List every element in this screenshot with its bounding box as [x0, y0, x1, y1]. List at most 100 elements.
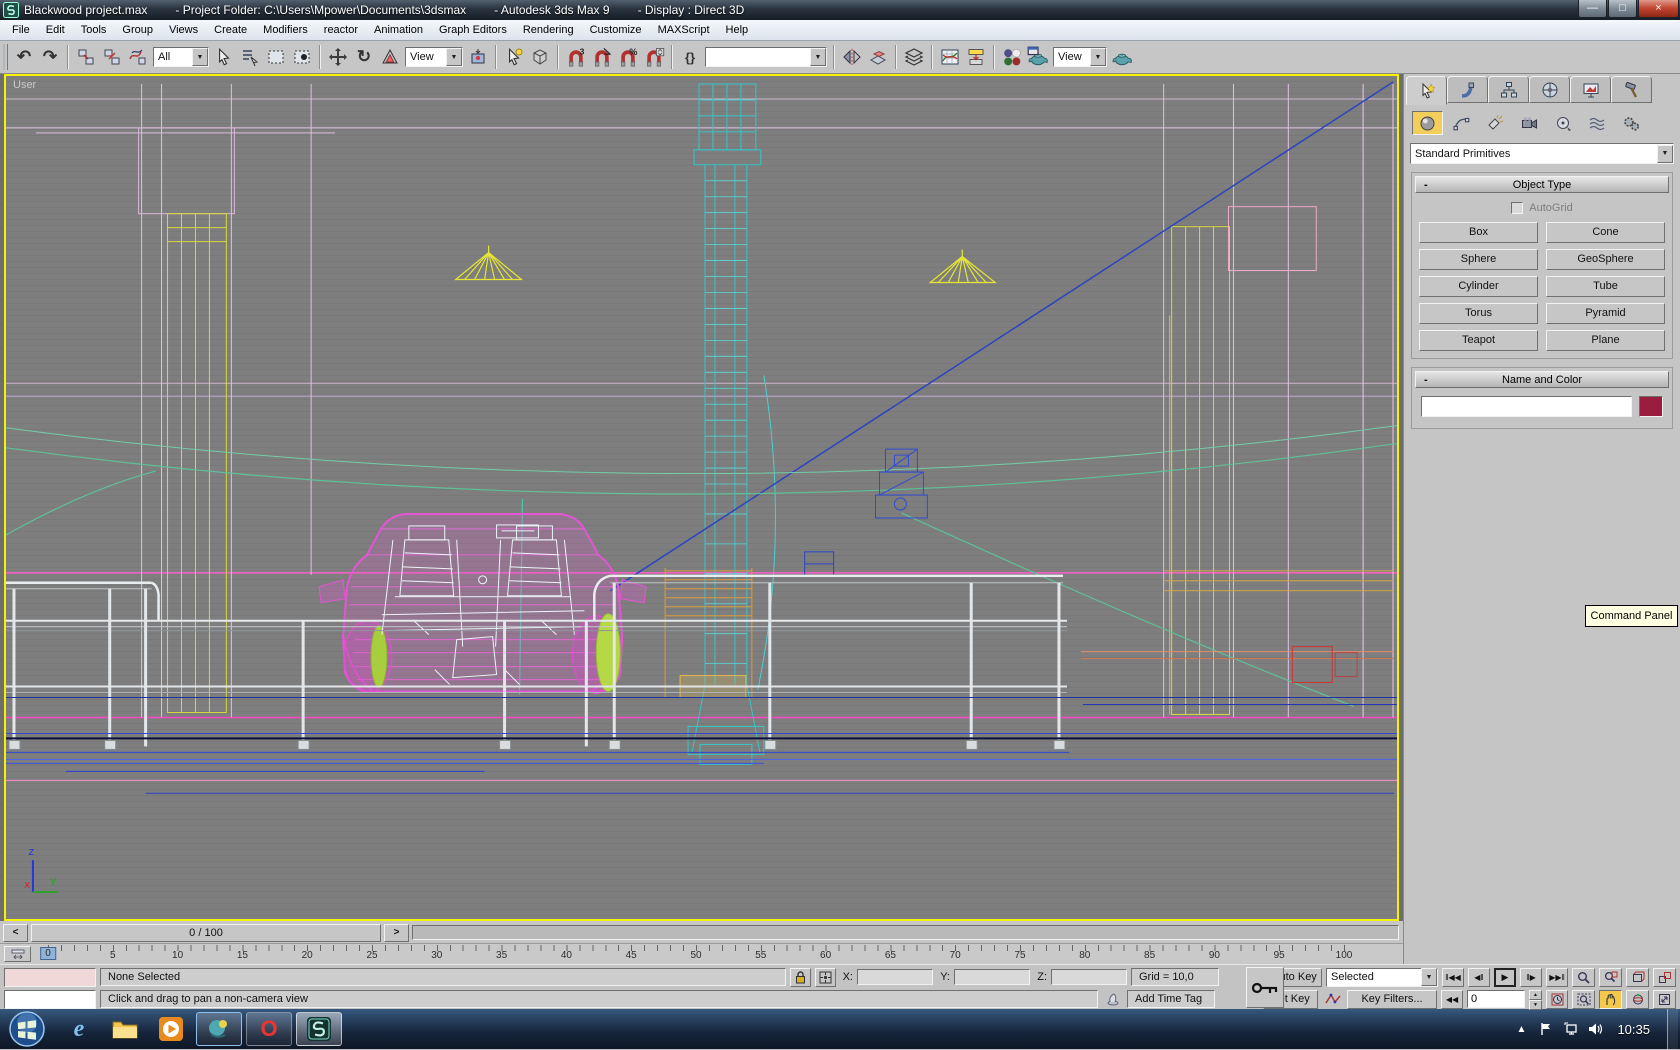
y-coordinate-input[interactable]	[954, 969, 1030, 985]
menu-tools[interactable]: Tools	[73, 20, 115, 40]
mirror-icon[interactable]	[839, 44, 865, 70]
x-coordinate-input[interactable]	[857, 969, 933, 985]
named-selection-sets-dropdown[interactable]: ▼	[705, 47, 827, 67]
pan-view-icon[interactable]	[1599, 989, 1622, 1009]
add-time-tag[interactable]: Add Time Tag	[1127, 990, 1215, 1008]
trackbar-tick[interactable]: 60	[820, 950, 831, 961]
primitives-category-arrow[interactable]: ▼	[1657, 144, 1673, 163]
primitives-category-dropdown[interactable]: Standard Primitives ▼	[1410, 143, 1674, 164]
maximize-button[interactable]: □	[1608, 0, 1637, 18]
category-space-warps[interactable]	[1582, 111, 1613, 135]
reference-coordinate-arrow[interactable]: ▼	[446, 48, 462, 66]
menu-rendering[interactable]: Rendering	[515, 20, 582, 40]
volume-icon[interactable]	[1588, 1021, 1604, 1037]
tab-utilities[interactable]	[1611, 76, 1652, 103]
category-lights[interactable]	[1480, 111, 1511, 135]
menu-customize[interactable]: Customize	[582, 20, 650, 40]
select-and-scale-icon[interactable]	[377, 44, 403, 70]
select-and-rotate-icon[interactable]: ↻	[351, 44, 377, 70]
previous-frame-button[interactable]: ◀‖	[1468, 967, 1490, 987]
time-configuration-icon[interactable]	[1546, 989, 1568, 1009]
key-filters-button[interactable]: Key Filters...	[1347, 989, 1437, 1009]
minimize-button[interactable]: —	[1578, 0, 1607, 18]
tab-hierarchy[interactable]	[1488, 76, 1529, 103]
render-setup-icon[interactable]	[1025, 44, 1051, 70]
trackbar-tick[interactable]: 95	[1274, 950, 1285, 961]
region-zoom-icon[interactable]	[1572, 989, 1595, 1009]
trackbar-tick[interactable]: 0	[40, 947, 56, 960]
communicator-icon[interactable]	[1102, 990, 1123, 1009]
render-type-arrow[interactable]: ▼	[1090, 48, 1106, 66]
close-button[interactable]: ×	[1638, 0, 1679, 18]
trackbar-tick[interactable]: 80	[1079, 950, 1090, 961]
keyboard-shortcut-override-icon[interactable]	[527, 44, 553, 70]
quick-render-icon[interactable]	[1109, 44, 1135, 70]
taskbar-app-opera[interactable]: O	[246, 1012, 292, 1046]
maxscript-mini-listener[interactable]	[4, 989, 96, 1009]
trackbar-tick[interactable]: 15	[237, 950, 248, 961]
menu-modifiers[interactable]: Modifiers	[255, 20, 316, 40]
teapot-button[interactable]: Teapot	[1419, 330, 1538, 351]
time-slider-handle[interactable]: 0 / 100	[31, 923, 381, 942]
window-crossing-toggle-icon[interactable]	[289, 44, 315, 70]
current-frame-input[interactable]	[1467, 990, 1525, 1008]
object-color-swatch[interactable]	[1639, 396, 1663, 417]
trackbar-tick[interactable]: 50	[690, 950, 701, 961]
z-coordinate-input[interactable]	[1051, 969, 1127, 985]
menu-file[interactable]: File	[4, 20, 38, 40]
trackbar-tick[interactable]: 20	[302, 950, 313, 961]
trackbar-tick[interactable]: 55	[755, 950, 766, 961]
trackbar-tick[interactable]: 5	[110, 950, 116, 961]
zoom-icon[interactable]	[1572, 967, 1595, 987]
align-icon[interactable]	[865, 44, 891, 70]
name-and-color-header[interactable]: - Name and Color	[1415, 371, 1669, 388]
key-mode-dropdown[interactable]: Selected ▼	[1326, 967, 1438, 987]
object-name-input[interactable]	[1421, 396, 1632, 417]
select-and-link-icon[interactable]	[73, 44, 99, 70]
use-pivot-point-icon[interactable]	[465, 44, 491, 70]
spinner-snap-icon[interactable]	[641, 44, 667, 70]
explorer-folder-icon[interactable]	[110, 1014, 140, 1044]
curve-editor-icon[interactable]	[937, 44, 963, 70]
play-button[interactable]: ▶	[1494, 967, 1516, 987]
track-bar[interactable]: 0 5 10 15 20 25 30 35 40 45 50 55 60 65 70 75 80 85 90 95 10…	[0, 943, 1403, 964]
named-selection-sets-arrow[interactable]: ▼	[810, 48, 826, 66]
select-and-manipulate-icon[interactable]	[501, 44, 527, 70]
category-shapes[interactable]	[1446, 111, 1477, 135]
undo-icon[interactable]: ↶	[11, 44, 37, 70]
set-keys-key-icon[interactable]	[1246, 967, 1284, 1008]
action-center-flag-icon[interactable]	[1538, 1021, 1554, 1037]
selection-filter-arrow[interactable]: ▼	[192, 48, 208, 66]
tab-motion[interactable]	[1529, 76, 1570, 103]
tab-create[interactable]	[1406, 76, 1447, 105]
menu-group[interactable]: Group	[114, 20, 161, 40]
menu-views[interactable]: Views	[161, 20, 206, 40]
go-to-end-button[interactable]: ▶▶‖	[1546, 967, 1568, 987]
trackbar-tick[interactable]: 90	[1209, 950, 1220, 961]
arc-rotate-icon[interactable]	[1626, 989, 1649, 1009]
maxscript-mini-listener-macro[interactable]	[4, 967, 96, 987]
trackbar-tick[interactable]: 75	[1014, 950, 1025, 961]
next-frame-button[interactable]: ‖▶	[1520, 967, 1542, 987]
key-mode-arrow[interactable]: ▼	[1421, 968, 1437, 986]
absolute-offset-mode-icon[interactable]	[815, 967, 836, 987]
time-slider-track[interactable]	[412, 925, 1399, 940]
trackbar-tick[interactable]: 35	[496, 950, 507, 961]
key-filter-curve-icon[interactable]	[1322, 990, 1343, 1009]
menu-help[interactable]: Help	[718, 20, 757, 40]
key-mode-toggle-button[interactable]: ◀◀	[1441, 989, 1463, 1009]
internet-explorer-icon[interactable]: e	[64, 1014, 94, 1044]
box-button[interactable]: Box	[1419, 222, 1538, 243]
min-max-toggle-icon[interactable]	[1653, 989, 1676, 1009]
menu-graph-editors[interactable]: Graph Editors	[431, 20, 515, 40]
selection-lock-icon[interactable]	[790, 967, 811, 987]
angle-snap-icon[interactable]	[589, 44, 615, 70]
trackbar-tick[interactable]: 25	[366, 950, 377, 961]
next-frame-button[interactable]: >	[384, 923, 409, 942]
reference-coordinate-dropdown[interactable]: View ▼	[405, 47, 463, 67]
viewport-user[interactable]: z x y User	[4, 74, 1399, 921]
taskbar-clock[interactable]: 10:35	[1617, 1022, 1650, 1037]
toolbar-grip[interactable]	[3, 44, 8, 70]
taskbar-app-3dsmax[interactable]	[296, 1012, 342, 1046]
menu-animation[interactable]: Animation	[366, 20, 431, 40]
